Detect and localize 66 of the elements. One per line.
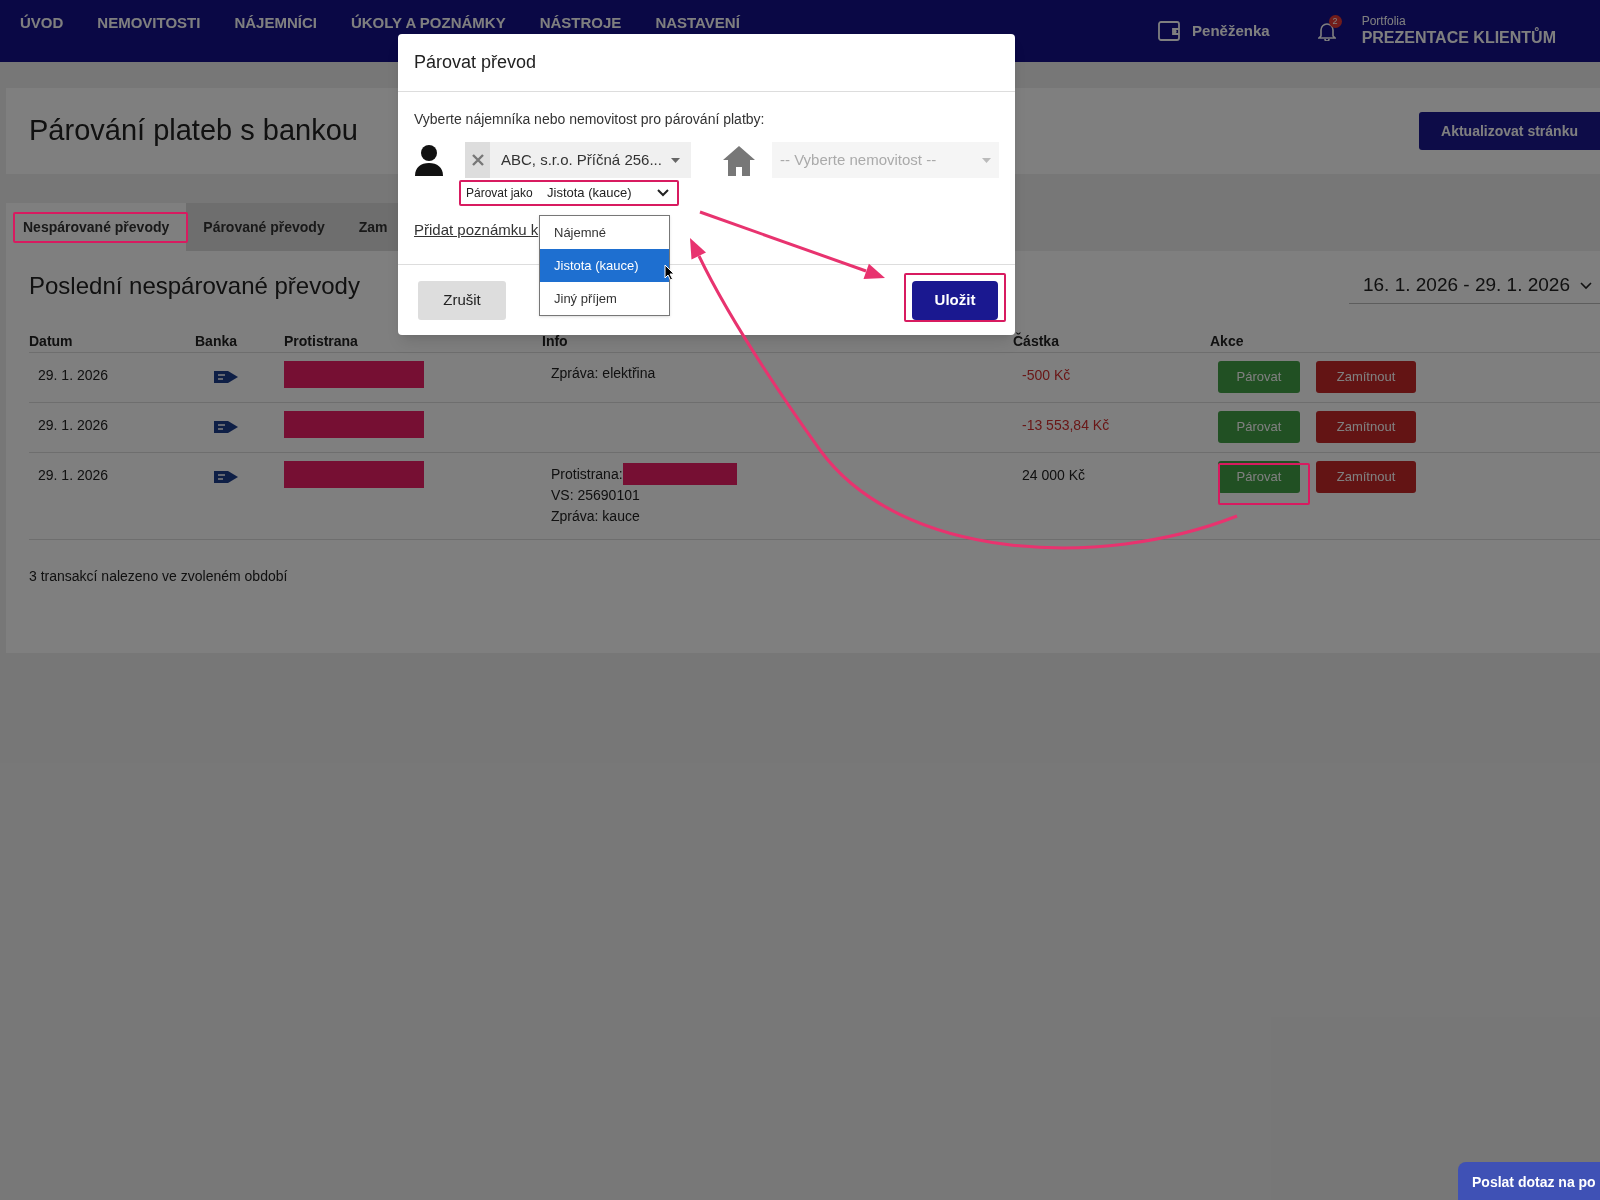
bank-logo-icon: [213, 470, 239, 484]
caret-icon: [670, 157, 680, 163]
property-select-placeholder: -- Vyberte nemovitost --: [780, 149, 937, 170]
refresh-button[interactable]: Aktualizovat stránku: [1419, 112, 1600, 150]
dropdown-option[interactable]: Jistota (kauce): [540, 249, 669, 282]
dropdown-option[interactable]: Nájemné: [540, 216, 669, 249]
amount-cell: -13 553,84 Kč: [1022, 417, 1110, 433]
section-title: Poslední nespárované převody: [29, 271, 360, 301]
pair-as-label: Párovat jako: [466, 185, 534, 202]
info-text: Zpráva: kauce: [551, 507, 640, 526]
chevron-down-icon: [1580, 281, 1592, 290]
column-header: Info: [542, 332, 568, 349]
nav-link[interactable]: NÁSTROJE: [539, 15, 622, 31]
nav-link[interactable]: ÚVOD: [20, 15, 64, 31]
nav-link[interactable]: NEMOVITOSTI: [97, 15, 201, 31]
nav-link[interactable]: NASTAVENÍ: [655, 15, 740, 31]
pair-as-value: Jistota (kauce): [547, 184, 632, 203]
column-header: Částka: [1013, 332, 1059, 349]
house-icon: [722, 144, 756, 176]
portfolio-name[interactable]: PREZENTACE KLIENTŮM: [1361, 28, 1556, 48]
amount-cell: 24 000 Kč: [1022, 467, 1086, 483]
save-button[interactable]: Uložit: [912, 280, 998, 320]
bank-logo-icon: [213, 420, 239, 434]
chat-button[interactable]: Poslat dotaz na po: [1458, 1162, 1600, 1200]
pair-button[interactable]: Párovat: [1218, 411, 1300, 443]
instruction-text: Vyberte nájemníka nebo nemovitost pro párování platby:: [414, 110, 766, 129]
amount-cell: -500 Kč: [1022, 367, 1071, 383]
page-title: Párování plateb s bankou: [29, 113, 358, 149]
tab[interactable]: Párované převody: [186, 203, 342, 251]
column-header: Banka: [195, 332, 238, 349]
info-text: VS: 25690101: [551, 486, 640, 505]
date-cell: 29. 1. 2026: [38, 467, 109, 483]
column-header: Datum: [29, 332, 73, 349]
date-cell: 29. 1. 2026: [38, 367, 109, 383]
reject-button[interactable]: Zamítnout: [1316, 361, 1416, 393]
nav-link[interactable]: ÚKOLY A POZNÁMKY: [350, 15, 506, 31]
date-cell: 29. 1. 2026: [38, 417, 109, 433]
add-note-link[interactable]: Přidat poznámku k: [414, 221, 539, 238]
date-range-text: 16. 1. 2026 - 29. 1. 2026: [1362, 273, 1570, 298]
pair-as-select[interactable]: Párovat jako Jistota (kauce): [459, 180, 679, 206]
pair-button[interactable]: Párovat: [1218, 361, 1300, 393]
dialog-title: Párovat převod: [414, 51, 537, 74]
cancel-button[interactable]: Zrušit: [418, 280, 506, 320]
person-icon: [414, 144, 444, 176]
reject-button[interactable]: Zamítnout: [1316, 461, 1416, 493]
column-header: Protistrana: [284, 332, 358, 349]
nav-link[interactable]: NÁJEMNÍCI: [234, 15, 317, 31]
tab[interactable]: Nespárované převody: [6, 203, 187, 251]
dropdown-option[interactable]: Jiný příjem: [540, 282, 669, 315]
pair-button[interactable]: Párovat: [1218, 461, 1300, 493]
wallet-link[interactable]: Peněženka: [1192, 19, 1270, 43]
date-range-picker[interactable]: 16. 1. 2026 - 29. 1. 2026: [1348, 268, 1600, 304]
notification-badge: 2: [1328, 15, 1342, 28]
wallet-icon[interactable]: [1158, 21, 1181, 41]
info-text: Zpráva: elektřina: [551, 364, 656, 383]
info-text: Protistrana:: [551, 464, 623, 484]
column-header: Akce: [1210, 332, 1244, 349]
bank-logo-icon: [213, 370, 239, 384]
tenant-select-value: ABC, s.r.o. Příčná 256...: [501, 149, 662, 170]
caret-icon: [982, 157, 991, 163]
results-count: 3 transakcí nalezeno ve zvoleném období: [29, 568, 288, 584]
chevron-down-icon: [657, 189, 669, 197]
clear-icon[interactable]: [465, 142, 490, 178]
tenant-select[interactable]: ABC, s.r.o. Příčná 256...: [465, 142, 691, 178]
portfolio-label: Portfolia: [1361, 14, 1407, 28]
reject-button[interactable]: Zamítnout: [1316, 411, 1416, 443]
